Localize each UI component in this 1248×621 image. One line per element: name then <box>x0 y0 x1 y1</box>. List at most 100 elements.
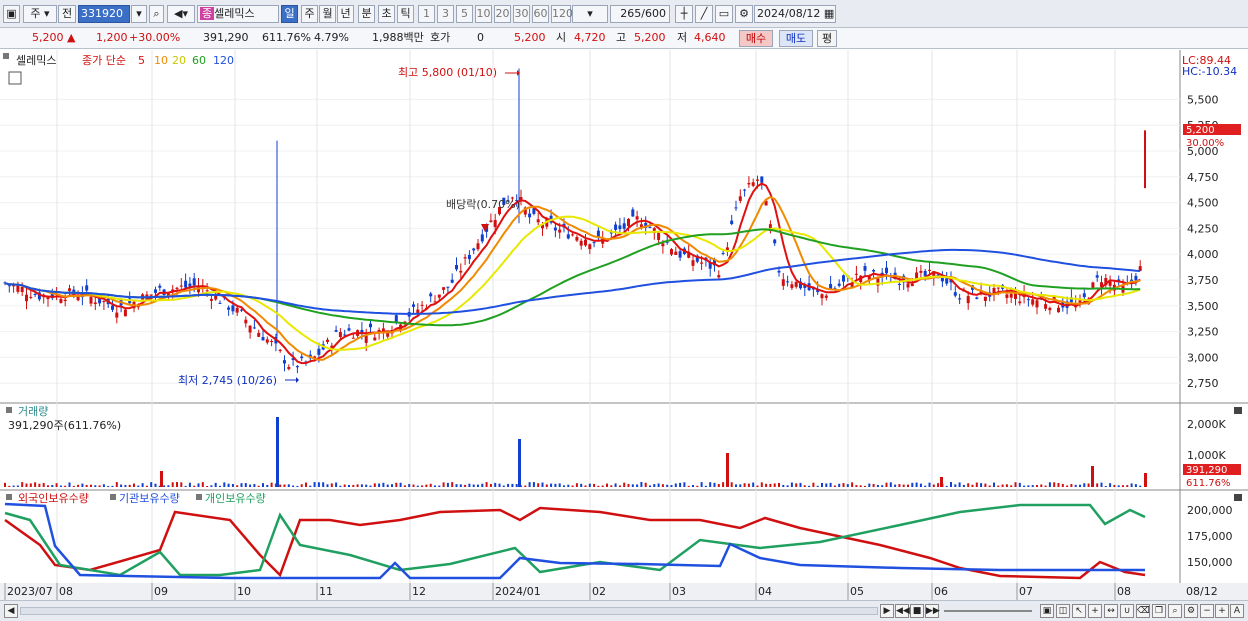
volume-bar <box>403 485 406 487</box>
prev-button[interactable]: 전 <box>58 5 76 23</box>
gear-icon[interactable]: ⚙ <box>735 5 753 23</box>
candle-body <box>295 366 299 368</box>
copy-icon[interactable]: ❐ <box>1152 604 1166 618</box>
volume-bar <box>593 483 596 487</box>
volume-tick-2000k: 2,000K <box>1187 418 1226 431</box>
holder-pane-close-icon[interactable] <box>1234 494 1242 501</box>
magnet-icon[interactable]: ∪ <box>1120 604 1134 618</box>
stop-icon[interactable]: ■ <box>910 604 924 618</box>
stock-code-input[interactable]: 331920 <box>78 5 130 23</box>
date-field[interactable]: 2024/08/12 ▦ <box>754 5 836 23</box>
price-tick-9: 3,250 <box>1187 326 1219 339</box>
search-chart-icon[interactable]: ⌕ <box>1168 604 1182 618</box>
count-field[interactable]: 265/600 <box>610 5 670 23</box>
candle-body <box>231 305 235 312</box>
play-icon[interactable]: ▶ <box>880 604 894 618</box>
holder-pane-menu-icon[interactable] <box>6 494 12 500</box>
buy-button[interactable]: 매수 <box>739 30 773 47</box>
zoom-in-icon[interactable]: + <box>1215 604 1229 618</box>
fast-forward-icon[interactable]: ▶▶ <box>925 604 940 618</box>
candle-body <box>691 260 695 266</box>
save-icon[interactable]: ▭ <box>715 5 733 23</box>
interval-tab-6[interactable]: 틱 <box>397 5 414 23</box>
volume-bar <box>674 483 677 487</box>
candle-body <box>635 216 639 220</box>
pane-menu-icon[interactable] <box>3 53 9 59</box>
eraser-icon[interactable]: ⌫ <box>1136 604 1150 618</box>
number-tab-2[interactable]: 5 <box>456 5 473 23</box>
candle-body <box>472 248 476 251</box>
volume-bar <box>335 482 338 487</box>
x-label-6: 2024/01 <box>495 585 541 598</box>
volume-pane-close-icon[interactable] <box>1234 407 1242 414</box>
cursor-icon[interactable]: ↖ <box>1072 604 1086 618</box>
split-icon[interactable]: ◫ <box>1056 604 1070 618</box>
zoom-out-icon[interactable]: − <box>1200 604 1214 618</box>
volume-bar <box>502 485 505 487</box>
stock-chart[interactable]: 셀레믹스 종가 단순 5 10 20 60 120 LC:89.44 HC:-1… <box>0 50 1248 600</box>
text-tool-icon[interactable]: A <box>1230 604 1244 618</box>
candle-body <box>192 278 196 286</box>
candle-body <box>863 266 867 271</box>
number-tab-7[interactable]: 120 <box>551 5 573 23</box>
code-dropdown-icon[interactable]: ▾ <box>131 5 147 23</box>
x-label-3: 10 <box>237 585 251 598</box>
number-tab-0[interactable]: 1 <box>418 5 435 23</box>
candle-body <box>536 219 540 223</box>
number-tab-4[interactable]: 20 <box>494 5 511 23</box>
volume-bar <box>713 482 716 487</box>
high-annotation: 최고 5,800 (01/10) <box>398 66 497 79</box>
interval-tab-1[interactable]: 주 <box>301 5 318 23</box>
chart-scrollbar[interactable] <box>20 607 878 615</box>
volume-bar <box>550 483 553 487</box>
candle-body <box>149 294 153 296</box>
candle-type-icon[interactable]: ┼ <box>675 5 693 23</box>
volume-bar <box>1079 484 1081 487</box>
interval-tab-3[interactable]: 년 <box>337 5 354 23</box>
number-tab-3[interactable]: 10 <box>475 5 492 23</box>
volume-bar <box>808 485 811 487</box>
interval-tab-4[interactable]: 분 <box>358 5 375 23</box>
layout-icon[interactable]: ▣ <box>1040 604 1054 618</box>
candle-body <box>218 302 222 304</box>
flat-button[interactable]: 평 <box>817 30 837 47</box>
stock-name-field[interactable]: 종 셀레믹스 <box>197 5 279 23</box>
volume-bar <box>115 482 118 487</box>
crosshair-icon[interactable]: + <box>1088 604 1102 618</box>
volume-bar <box>954 484 957 487</box>
speaker-icon[interactable]: ◀▾ <box>167 5 195 23</box>
interval-tab-0[interactable]: 일 <box>281 5 298 23</box>
volume-bar <box>42 483 45 487</box>
volume-bar <box>911 482 914 487</box>
volume-bar <box>494 482 497 487</box>
zoom-slider[interactable] <box>944 610 1032 612</box>
number-tab-6[interactable]: 60 <box>532 5 549 23</box>
volume-spike <box>940 477 943 487</box>
volume-bar <box>373 483 376 487</box>
low-annotation: 최저 2,745 (10/26) <box>178 374 277 387</box>
volume-bar <box>369 485 372 487</box>
volume-bar <box>984 483 987 487</box>
volume-bar <box>747 483 750 487</box>
candle-body <box>743 189 747 191</box>
scroll-left-icon[interactable]: ◀ <box>4 604 18 618</box>
line-draw-icon[interactable]: ╱ <box>695 5 713 23</box>
rewind-icon[interactable]: ◀◀ <box>895 604 910 618</box>
search-icon[interactable]: ⌕ <box>149 5 164 23</box>
sell-button[interactable]: 매도 <box>779 30 813 47</box>
count-total: /600 <box>641 7 666 20</box>
number-tab-5[interactable]: 30 <box>513 5 530 23</box>
volume-bar <box>270 482 273 487</box>
interval-tab-2[interactable]: 월 <box>319 5 336 23</box>
window-icon[interactable]: ▣ <box>3 5 20 23</box>
settings-icon[interactable]: ⚙ <box>1184 604 1198 618</box>
measure-icon[interactable]: ↔ <box>1104 604 1118 618</box>
count-dropdown[interactable]: ▾ <box>572 5 608 23</box>
table-toggle-icon[interactable] <box>8 71 22 85</box>
period-select[interactable]: 주 ▾ <box>23 5 57 23</box>
candle-body <box>111 305 114 310</box>
number-tab-1[interactable]: 3 <box>437 5 454 23</box>
volume-bar <box>1048 482 1051 487</box>
volume-pane-menu-icon[interactable] <box>6 407 12 413</box>
interval-tab-5[interactable]: 초 <box>378 5 395 23</box>
